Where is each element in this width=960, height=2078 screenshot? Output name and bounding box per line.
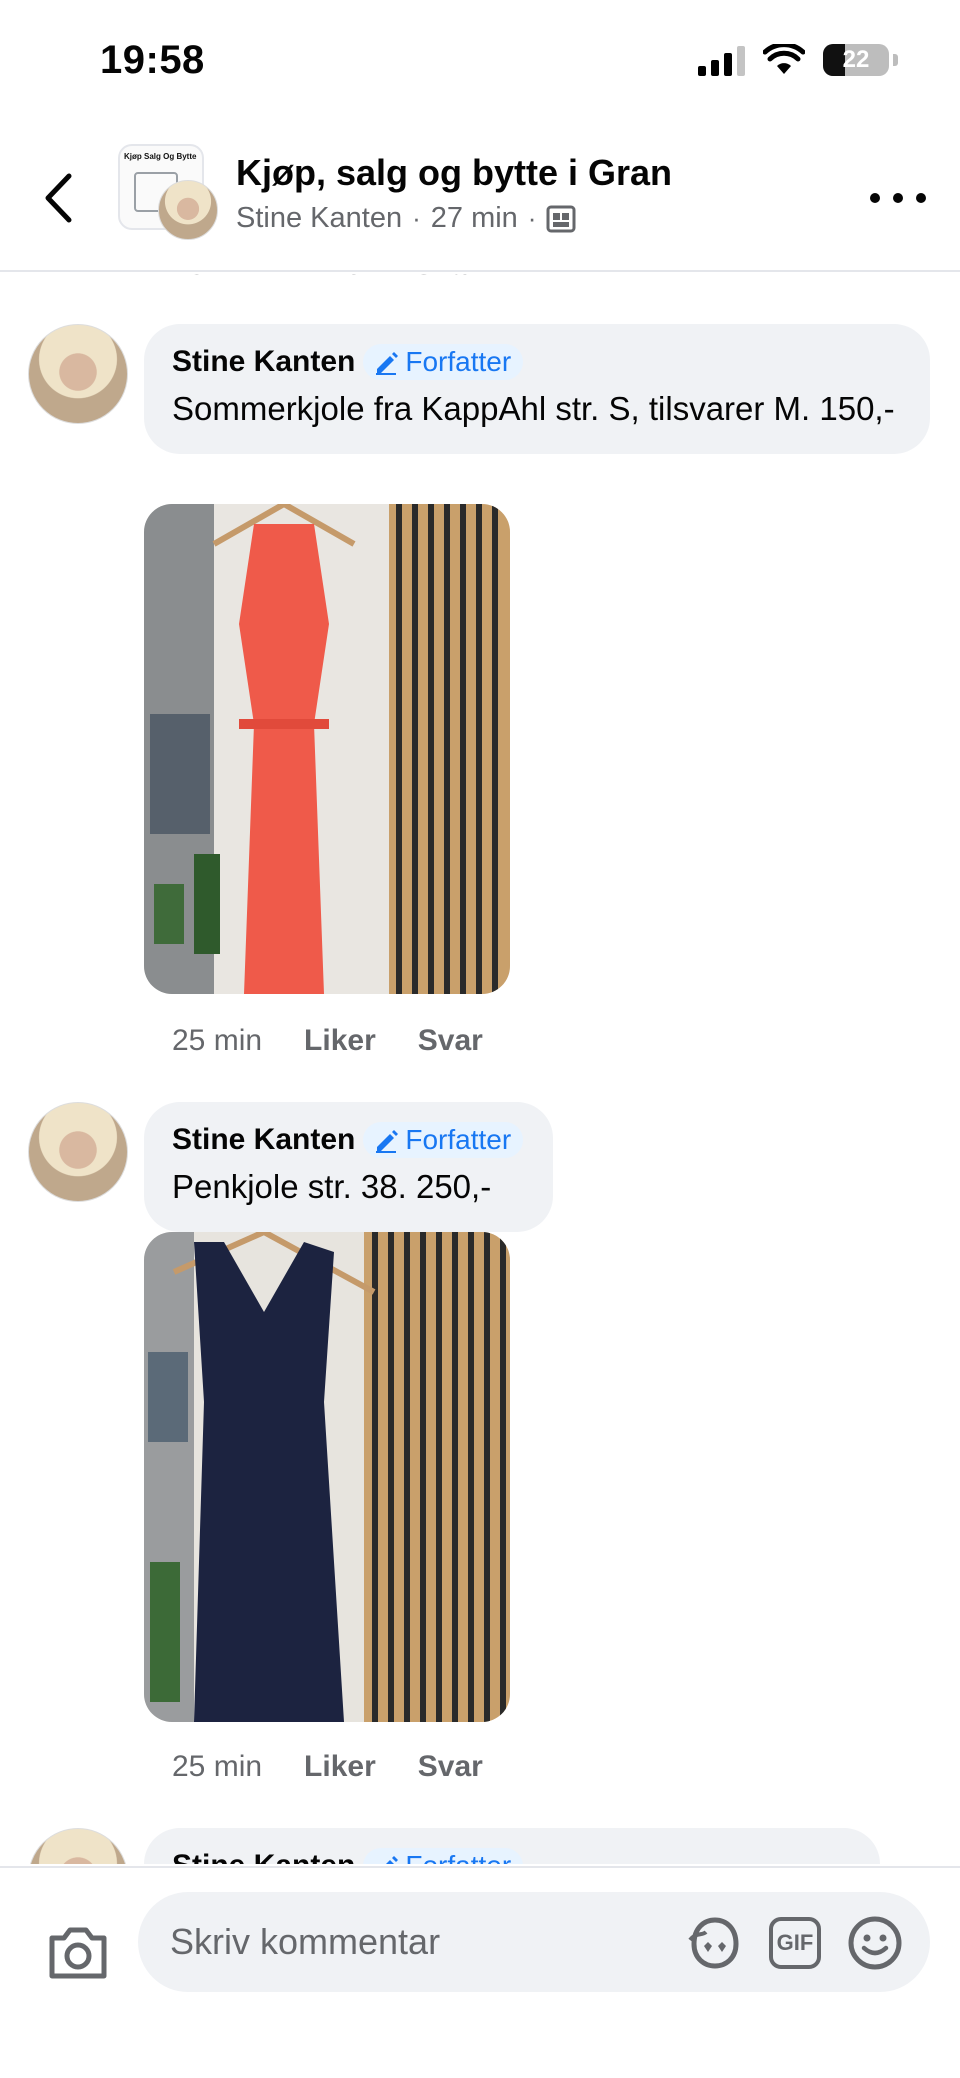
- author-badge: Forfatter: [363, 344, 524, 380]
- comment-bubble[interactable]: Stine Kanten Forfatter Penkjole str. 38.…: [144, 1102, 554, 1232]
- emoji-icon: [848, 1916, 902, 1970]
- emoji-button[interactable]: [846, 1914, 904, 1972]
- reply-button[interactable]: Svar: [414, 274, 479, 282]
- comment-time: 25 min: [172, 1750, 263, 1783]
- comments-feed[interactable]: 25 min Liker Svar Stine Kanten Forfatter…: [0, 274, 960, 1864]
- reply-button[interactable]: Svar: [418, 1750, 483, 1784]
- pencil-icon: [376, 1130, 399, 1153]
- camera-icon: [49, 1927, 107, 1979]
- dress-photo-image: [144, 1232, 510, 1722]
- cellular-signal-icon: [698, 44, 745, 76]
- pencil-icon: [376, 352, 399, 375]
- comment-photo[interactable]: [144, 504, 510, 994]
- post-header: Kjøp Salg Og Bytte Kjøp, salg og bytte i…: [0, 130, 960, 272]
- post-author[interactable]: Stine Kanten: [236, 202, 402, 235]
- group-thumb-text: Kjøp Salg Og Bytte: [124, 152, 197, 161]
- wifi-icon: [763, 44, 805, 74]
- author-badge: Forfatter: [363, 1848, 524, 1864]
- comment-bubble[interactable]: Stine Kanten Forfatter Sommerkjole fra K…: [144, 324, 930, 454]
- camera-button[interactable]: [46, 1924, 110, 1982]
- status-time: 19:58: [100, 38, 205, 82]
- comment-time: 25 min: [172, 1024, 263, 1057]
- back-button[interactable]: [36, 168, 80, 228]
- like-button[interactable]: Liker: [304, 1750, 376, 1784]
- comment-author[interactable]: Stine Kanten: [172, 1123, 355, 1157]
- avatar-sticker-icon: [688, 1917, 739, 1969]
- comment-photo[interactable]: [144, 1232, 510, 1722]
- pencil-icon: [386, 1856, 399, 1864]
- author-avatar[interactable]: [158, 180, 218, 240]
- back-arrow-icon: [45, 173, 72, 223]
- status-icons: 22: [698, 44, 898, 76]
- like-button[interactable]: Liker: [302, 274, 374, 282]
- comment-avatar[interactable]: [28, 1828, 128, 1864]
- comment-avatar[interactable]: [28, 1102, 128, 1202]
- composer-actions: GIF: [686, 1914, 904, 1972]
- comment-bubble[interactable]: Stine Kanten Forfatter: [144, 1828, 880, 1864]
- dress-photo-image: [144, 504, 510, 994]
- comment-meta-row: 25 min Liker Svar: [172, 274, 479, 282]
- avatar-sticker-button[interactable]: [686, 1914, 744, 1972]
- more-options-button[interactable]: [870, 178, 926, 218]
- comment-meta-row: 25 min Liker Svar: [172, 1750, 483, 1784]
- group-title[interactable]: Kjøp, salg og bytte i Gran: [236, 152, 672, 194]
- gif-button[interactable]: GIF: [766, 1914, 824, 1972]
- post-subtitle: Stine Kanten · 27 min ·: [236, 202, 576, 235]
- comment-author[interactable]: Stine Kanten: [172, 1849, 355, 1864]
- like-button[interactable]: Liker: [304, 1024, 376, 1058]
- author-badge: Forfatter: [363, 1122, 524, 1158]
- comment-author[interactable]: Stine Kanten: [172, 345, 355, 379]
- comment-avatar[interactable]: [28, 324, 128, 424]
- battery-icon: 22: [823, 44, 889, 76]
- battery-level: 22: [842, 46, 870, 73]
- comment-text: Penkjole str. 38. 250,-: [172, 1168, 492, 1205]
- gif-icon: GIF: [769, 1917, 821, 1969]
- comment-time: 25 min: [172, 274, 262, 282]
- photo-album-icon: [546, 205, 576, 232]
- status-bar: 19:58 22: [0, 0, 960, 130]
- comment-meta-row: 25 min Liker Svar: [172, 1024, 483, 1058]
- comment-text: Sommerkjole fra KappAhl str. S, tilsvare…: [172, 390, 895, 427]
- comment-composer: GIF: [0, 1866, 960, 2078]
- post-time[interactable]: 27 min: [431, 202, 518, 235]
- reply-button[interactable]: Svar: [418, 1024, 483, 1058]
